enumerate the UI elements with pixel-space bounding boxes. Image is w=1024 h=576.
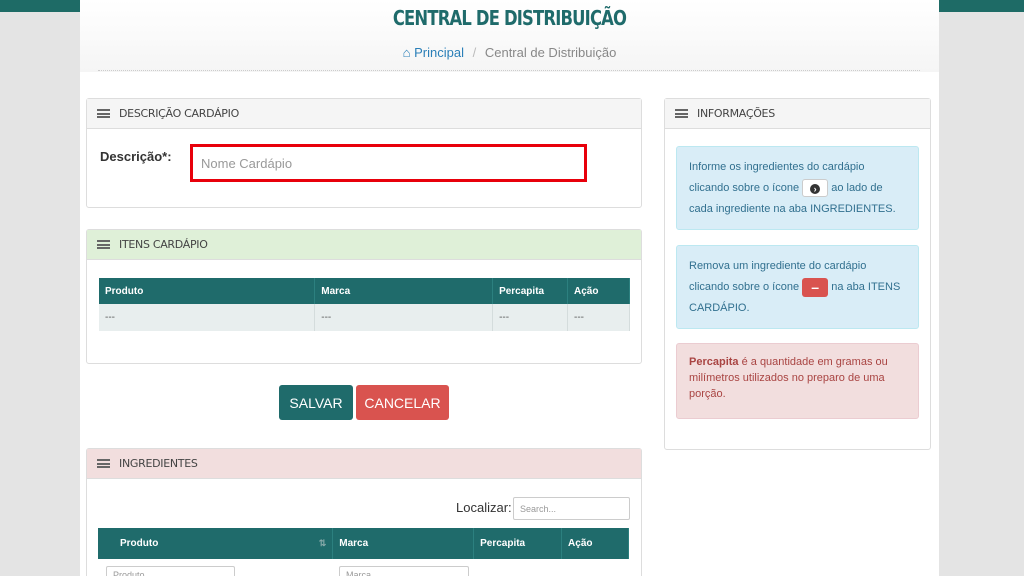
ingredientes-table: Produto ⇅ Marca Percapita Ação xyxy=(98,528,629,559)
search-label: Localizar: xyxy=(456,500,512,515)
itens-panel: ITENS CARDÁPIO Produto Marca Percapita A… xyxy=(86,229,642,364)
produto-filter-input[interactable]: Produto xyxy=(106,566,235,576)
page-title: CENTRAL DE DISTRIBUIÇÃO xyxy=(392,6,627,30)
breadcrumb: ⌂ Principal / Central de Distribuição xyxy=(80,45,939,60)
descricao-panel-title: DESCRIÇÃO CARDÁPIO xyxy=(119,107,239,120)
ingredientes-panel-header: INGREDIENTES xyxy=(87,449,641,479)
top-bar-right xyxy=(939,0,1024,12)
breadcrumb-separator: / xyxy=(472,45,477,60)
info-panel-title: INFORMAÇÕES xyxy=(697,107,775,120)
list-icon xyxy=(675,109,688,118)
descricao-label: Descrição*: xyxy=(100,149,172,164)
info-alert-add: Informe os ingredientes do cardápio clic… xyxy=(676,146,919,230)
ingredientes-col-percapita[interactable]: Percapita xyxy=(473,528,563,559)
cancel-button[interactable]: CANCELAR xyxy=(356,385,449,420)
list-icon xyxy=(97,459,110,468)
save-button[interactable]: SALVAR xyxy=(279,385,353,420)
info-alert-percapita: Percapita é a quantidade em gramas ou mi… xyxy=(676,343,919,419)
breadcrumb-home-label: Principal xyxy=(414,45,464,60)
ingredientes-table-header-row: Produto ⇅ Marca Percapita Ação xyxy=(98,528,629,559)
itens-col-percapita[interactable]: Percapita xyxy=(492,278,569,304)
table-cell: --- xyxy=(567,304,630,331)
itens-table-header-row: Produto Marca Percapita Ação xyxy=(99,278,630,304)
itens-panel-title: ITENS CARDÁPIO xyxy=(119,238,208,251)
table-cell: --- xyxy=(99,304,316,331)
minus-icon: – xyxy=(802,277,829,297)
home-icon: ⌂ xyxy=(402,45,411,60)
list-icon xyxy=(97,109,110,118)
main-page: CENTRAL DE DISTRIBUIÇÃO ⌂ Principal / Ce… xyxy=(80,0,939,576)
table-row: --- --- --- --- xyxy=(99,304,630,331)
itens-col-produto[interactable]: Produto xyxy=(99,278,316,304)
itens-panel-header: ITENS CARDÁPIO xyxy=(87,230,641,260)
descricao-panel-header: DESCRIÇÃO CARDÁPIO xyxy=(87,99,641,129)
add-circle-icon: › xyxy=(802,179,829,198)
breadcrumb-home-link[interactable]: ⌂ Principal xyxy=(403,45,468,60)
info-alert-remove: Remova um ingrediente do cardápio clican… xyxy=(676,245,919,329)
itens-col-marca[interactable]: Marca xyxy=(314,278,494,304)
itens-col-acao[interactable]: Ação xyxy=(567,278,630,304)
ingredientes-col-produto[interactable]: Produto ⇅ xyxy=(98,528,334,559)
page-header: CENTRAL DE DISTRIBUIÇÃO ⌂ Principal / Ce… xyxy=(80,0,939,72)
top-bar-left xyxy=(0,0,80,12)
descricao-input[interactable] xyxy=(190,144,587,182)
search-input[interactable] xyxy=(513,497,630,520)
ingredientes-col-produto-label: Produto xyxy=(120,538,159,549)
descricao-panel: DESCRIÇÃO CARDÁPIO Descrição*: xyxy=(86,98,642,208)
info-panel: INFORMAÇÕES Informe os ingredientes do c… xyxy=(664,98,931,450)
info-panel-header: INFORMAÇÕES xyxy=(665,99,930,129)
ingredientes-col-marca[interactable]: Marca xyxy=(332,528,475,559)
breadcrumb-current: Central de Distribuição xyxy=(484,45,617,60)
sort-icon[interactable]: ⇅ xyxy=(319,538,327,549)
marca-filter-input[interactable]: Marca xyxy=(339,566,469,576)
ingredientes-panel-title: INGREDIENTES xyxy=(119,457,198,470)
list-icon xyxy=(97,240,110,249)
percapita-term: Percapita xyxy=(689,356,739,368)
itens-table: Produto Marca Percapita Ação --- --- ---… xyxy=(99,278,630,331)
table-cell: --- xyxy=(492,304,569,331)
header-divider xyxy=(98,70,920,71)
table-cell: --- xyxy=(314,304,494,331)
ingredientes-col-acao[interactable]: Ação xyxy=(561,528,629,559)
